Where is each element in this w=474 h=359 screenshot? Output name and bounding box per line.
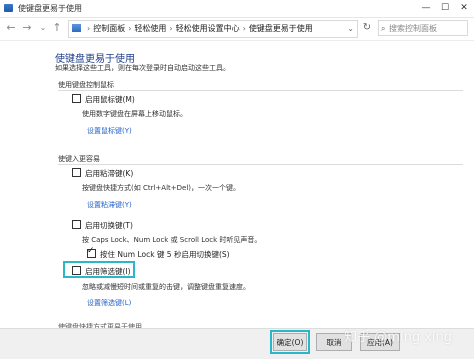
breadcrumb-item-ease-of-access[interactable]: 轻松使用 [134, 24, 166, 33]
sticky-keys-label: 启用粘滞键(K) [85, 169, 134, 178]
ok-button-highlight [270, 330, 310, 354]
section-divider [58, 164, 463, 165]
mouse-keys-checkbox-row[interactable]: 启用鼠标键(M) [72, 94, 135, 105]
search-placeholder: 搜索控制面板 [389, 24, 437, 33]
sticky-keys-checkbox[interactable] [72, 168, 81, 177]
mouse-keys-label: 启用鼠标键(M) [85, 95, 135, 104]
set-sticky-keys-link[interactable]: 设置粘滞键(Y) [87, 200, 132, 210]
section-heading-typing: 使键入更容易 [58, 155, 100, 163]
chevron-down-icon[interactable]: ⌄ [36, 21, 50, 35]
toggle-keys-hotkey-row[interactable]: 按住 Num Lock 键 5 秒启用切换键(S) [87, 246, 230, 260]
address-bar: ← → ⌄ ↑ › 控制面板 › 轻松使用 › 轻松使用设置中心 › 使键盘更易于使用 ⌄ ↻… [0, 18, 474, 41]
control-panel-icon [4, 4, 13, 12]
window-title: 使键盘更易于使用 [18, 4, 82, 13]
filter-keys-desc: 忽略或减慢短时间或重复的击键，调整键盘重复速度。 [82, 283, 250, 291]
control-panel-icon [72, 24, 81, 32]
sticky-keys-checkbox-row[interactable]: 启用粘滞键(K) [72, 168, 133, 179]
minimize-button[interactable]: — [418, 2, 434, 14]
sticky-keys-desc: 按键盘快捷方式(如 Ctrl+Alt+Del)，一次一个键。 [82, 184, 240, 192]
toggle-keys-label: 启用切换键(T) [85, 221, 133, 230]
breadcrumb-item-keyboard[interactable]: 使键盘更易于使用 [249, 24, 313, 33]
arrow-left-icon[interactable]: ← [4, 21, 18, 35]
set-filter-keys-link[interactable]: 设置筛选键(L) [87, 298, 131, 308]
breadcrumb-item-control-panel[interactable]: 控制面板 [93, 24, 125, 33]
section-divider [58, 90, 463, 91]
page-subtitle: 如果选择这些工具，则在每次登录时自动启动这些工具。 [55, 64, 230, 72]
title-bar: 使键盘更易于使用 — ☐ ✕ [0, 0, 474, 18]
search-input[interactable]: ⌕ 搜索控制面板 [378, 20, 468, 36]
arrow-right-icon[interactable]: → [20, 21, 34, 35]
refresh-icon[interactable]: ↻ [360, 21, 374, 35]
toggle-keys-hotkey-label: 按住 Num Lock 键 5 秒启用切换键(S) [100, 250, 230, 259]
set-mouse-keys-link[interactable]: 设置鼠标键(Y) [87, 126, 132, 136]
filter-keys-highlight [63, 261, 135, 278]
main-content: 使键盘更易于使用 如果选择这些工具，则在每次登录时自动启动这些工具。 使用键盘控… [0, 41, 474, 321]
close-button[interactable]: ✕ [456, 2, 472, 14]
section-heading-mouse: 使用键盘控制鼠标 [58, 81, 114, 89]
search-icon: ⌕ [381, 24, 386, 33]
arrow-up-icon[interactable]: ↑ [50, 21, 64, 35]
toggle-keys-desc: 按 Caps Lock、Num Lock 或 Scroll Lock 时听见声音… [82, 236, 262, 244]
mouse-keys-desc: 使用数字键盘在屏幕上移动鼠标。 [82, 110, 187, 118]
maximize-button[interactable]: ☐ [437, 2, 453, 14]
toggle-keys-hotkey-checkbox[interactable] [87, 246, 96, 258]
watermark: 知乎 @ming xing [344, 330, 452, 345]
toggle-keys-checkbox-row[interactable]: 启用切换键(T) [72, 220, 133, 231]
chevron-down-icon[interactable]: ⌄ [347, 21, 354, 37]
mouse-keys-checkbox[interactable] [72, 94, 81, 103]
breadcrumb-item-ease-center[interactable]: 轻松使用设置中心 [176, 24, 240, 33]
toggle-keys-checkbox[interactable] [72, 220, 81, 229]
breadcrumb[interactable]: › 控制面板 › 轻松使用 › 轻松使用设置中心 › 使键盘更易于使用 ⌄ [68, 20, 358, 38]
